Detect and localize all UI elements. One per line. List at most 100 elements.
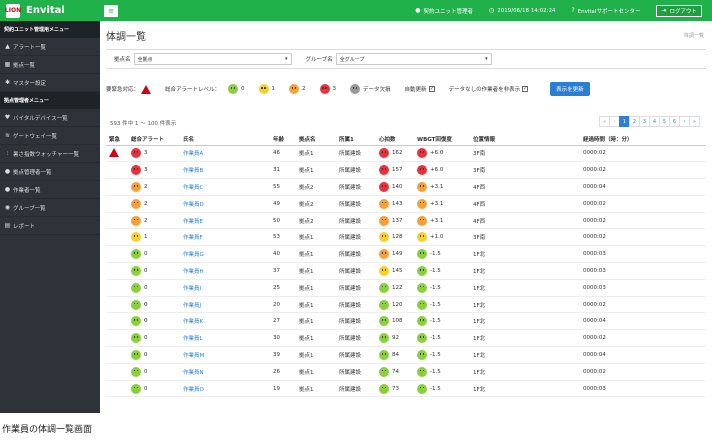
table-row[interactable]: 3 作業員A 46 拠点1 所属建設 162 +6.0 3F南 0000:02 <box>106 145 706 163</box>
heart-icon: ♥ <box>4 114 11 121</box>
name-cell: 作業員C <box>180 178 270 196</box>
level-3-face-icon <box>319 84 330 94</box>
level-1-face-icon <box>258 84 269 94</box>
heart-rate-cell: 145 <box>376 262 414 280</box>
column-header[interactable]: 年齢 <box>270 134 296 146</box>
column-header[interactable]: 位置情報 <box>470 134 580 146</box>
table-row[interactable]: 0 作業員J 20 拠点1 所属建設 120 -1.5 1F北 0000:02 <box>106 296 706 314</box>
page-button[interactable]: » <box>689 116 700 127</box>
table-row[interactable]: 0 作業員N 26 拠点1 所属建設 74 -1.5 1F北 0000:02 <box>106 363 706 381</box>
sidebar-item-b-2[interactable]: ⫶ 暑さ指数ウォッチャー一覧 <box>0 145 100 163</box>
emergency-cell <box>106 312 128 331</box>
status-face-icon <box>417 366 427 377</box>
site-cell: 拠点1 <box>296 329 336 348</box>
site-cell: 拠点1 <box>296 279 336 297</box>
column-header[interactable]: 総合アラート <box>128 134 180 146</box>
wbgt-cell: +6.0 <box>414 145 470 163</box>
table-row[interactable]: 0 作業員K 27 拠点1 所属建設 108 -1.5 1F北 0000:04 <box>106 312 706 331</box>
table-row[interactable]: 0 作業員O 19 拠点1 所属建設 73 -1.5 1F北 0000:03 <box>106 380 706 398</box>
logout-button[interactable]: ⇥ ログアウト <box>656 4 702 17</box>
sidebar-item-b-5[interactable]: ◉ グループ一覧 <box>0 199 100 217</box>
lion-logo-icon: LION <box>5 3 21 18</box>
status-face-icon <box>131 349 141 360</box>
emergency-cell <box>106 363 128 381</box>
table-row[interactable]: 2 作業員E 50 拠点2 所属建設 137 +3.1 4F西 0000:02 <box>106 212 706 230</box>
alert-cell: 1 <box>128 228 180 247</box>
alert-cell: 0 <box>128 346 180 364</box>
name-cell: 作業員G <box>180 245 270 264</box>
wbgt-cell: +3.1 <box>414 212 470 230</box>
elapsed-cell: 0000:02 <box>580 145 706 163</box>
table-row[interactable]: 0 作業員H 37 拠点1 所属建設 145 -1.5 1F北 0000:03 <box>106 262 706 280</box>
sidebar-item-label: 作業者一覧 <box>13 187 41 194</box>
sidebar-item-a-2[interactable]: ✱ マスター設定 <box>0 74 100 92</box>
age-cell: 53 <box>270 228 296 247</box>
location-cell: 1F北 <box>470 329 580 348</box>
emergency-cell <box>106 228 128 247</box>
user-info[interactable]: ● 契約ユニット管理者 <box>415 7 473 15</box>
no-data-face-icon <box>350 84 361 94</box>
sidebar-item-b-0[interactable]: ♥ バイタルデバイス一覧 <box>0 109 100 127</box>
status-face-icon <box>417 198 427 209</box>
table-row[interactable]: 3 作業員B 31 拠点1 所属建設 157 +6.0 3F南 0000:02 <box>106 161 706 180</box>
age-cell: 30 <box>270 329 296 348</box>
name-cell: 作業員B <box>180 161 270 180</box>
wifi-icon: ≋ <box>4 132 11 139</box>
group-select[interactable]: 全グループ ▾ <box>335 53 492 65</box>
table-row[interactable]: 1 作業員F 53 拠点1 所属建設 128 +1.0 3F南 0000:02 <box>106 228 706 247</box>
sidebar-item-b-6[interactable]: ▤ レポート <box>0 217 100 235</box>
column-header[interactable]: 所属1 <box>336 134 376 146</box>
name-cell: 作業員A <box>180 145 270 163</box>
status-face-icon <box>379 181 389 192</box>
location-cell: 3F南 <box>470 145 580 163</box>
refresh-button[interactable]: 表示を更新 <box>550 82 590 96</box>
alert-cell: 2 <box>128 178 180 196</box>
alert-cell: 0 <box>128 262 180 280</box>
status-face-icon <box>131 215 141 226</box>
elapsed-cell: 0000:02 <box>580 296 706 314</box>
brand-logo[interactable]: LION Envital <box>0 0 100 21</box>
sidebar-item-a-1[interactable]: ▦ 拠点一覧 <box>0 56 100 74</box>
group-label: グループ名 <box>305 57 333 63</box>
status-face-icon <box>131 265 141 276</box>
column-header[interactable]: WBGT回復度 <box>414 134 470 146</box>
status-face-icon <box>379 165 389 176</box>
sidebar-item-b-1[interactable]: ≋ ゲートウェイ一覧 <box>0 127 100 145</box>
site-cell: 拠点2 <box>296 178 336 196</box>
table-row[interactable]: 0 作業員I 25 拠点1 所属建設 122 -1.5 1F北 0000:03 <box>106 279 706 297</box>
wbgt-cell: -1.5 <box>414 245 470 264</box>
status-face-icon <box>417 299 427 310</box>
table-row[interactable]: 0 作業員G 40 拠点1 所属建設 149 -1.5 1F北 0000:03 <box>106 245 706 264</box>
auto-update-checkbox[interactable]: 自動更新 ✓ <box>405 85 435 93</box>
table-row[interactable]: 2 作業員C 55 拠点2 所属建設 140 +3.1 4F西 0000:04 <box>106 178 706 196</box>
column-header[interactable]: 経過時間（時：分） <box>580 134 706 146</box>
site-cell: 拠点1 <box>296 346 336 364</box>
status-face-icon <box>417 333 427 344</box>
column-header[interactable]: 緊急 <box>106 134 128 146</box>
heart-rate-cell: 143 <box>376 195 414 213</box>
table-row[interactable]: 0 作業員L 30 拠点1 所属建設 92 -1.5 1F北 0000:02 <box>106 329 706 348</box>
sidebar-item-label: 暑さ指数ウォッチャー一覧 <box>13 151 79 158</box>
support-link[interactable]: ? Envitalサポートセンター <box>571 7 640 15</box>
column-header[interactable]: 拠点名 <box>296 134 336 146</box>
elapsed-cell: 0000:03 <box>580 262 706 280</box>
age-cell: 26 <box>270 363 296 381</box>
name-cell: 作業員L <box>180 329 270 348</box>
hide-no-data-checkbox[interactable]: データなしの作業者を非表示 ✓ <box>449 85 529 93</box>
sidebar-item-b-3[interactable]: ● 拠点管理者一覧 <box>0 163 100 181</box>
name-cell: 作業員N <box>180 363 270 381</box>
site-select[interactable]: 全拠点 ▾ <box>133 53 292 65</box>
sidebar-item-b-4[interactable]: ● 作業者一覧 <box>0 181 100 199</box>
emergency-cell <box>106 346 128 364</box>
sidebar-item-a-0[interactable]: ▲ アラート一覧 <box>0 38 100 56</box>
site-cell: 拠点2 <box>296 212 336 230</box>
column-header[interactable]: 氏名 <box>180 134 270 146</box>
table-row[interactable]: 0 作業員M 39 拠点1 所属建設 84 -1.5 1F北 0000:04 <box>106 346 706 364</box>
page-title: 体調一覧 <box>106 32 146 43</box>
table-row[interactable]: 2 作業員D 49 拠点2 所属建設 143 +3.1 4F西 0000:02 <box>106 195 706 213</box>
column-header[interactable]: 心拍数 <box>376 134 414 146</box>
age-cell: 39 <box>270 346 296 364</box>
menu-toggle-button[interactable]: ≡ <box>104 4 118 17</box>
wbgt-cell: +3.1 <box>414 178 470 196</box>
location-cell: 1F北 <box>470 279 580 297</box>
